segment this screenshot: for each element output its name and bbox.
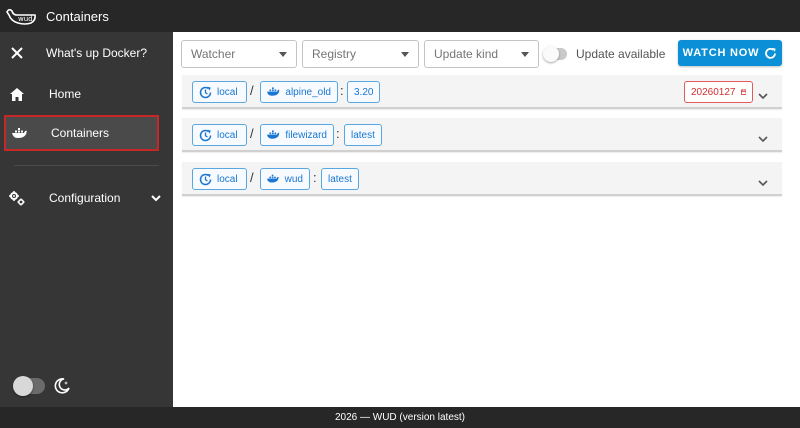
separator-slash: / xyxy=(250,126,254,141)
app-bar: wud Containers xyxy=(0,0,800,32)
container-tag: latest xyxy=(328,173,352,185)
sidebar-item-configuration[interactable]: Configuration xyxy=(0,180,173,216)
separator-colon: : xyxy=(336,126,340,141)
moon-icon xyxy=(54,378,70,394)
update-kind-select[interactable]: Update kind xyxy=(424,40,539,68)
container-name-chip: wud xyxy=(260,168,310,190)
whale-logo-icon: wud xyxy=(4,4,40,28)
tag-chip: latest xyxy=(344,124,382,146)
switch-knob xyxy=(543,46,559,62)
watcher-chip: local xyxy=(192,81,247,103)
watcher-chip: local xyxy=(192,124,247,146)
footer-text: 2026 — WUD (version latest) xyxy=(334,412,466,423)
container-name: alpine_old xyxy=(285,86,331,98)
separator-colon: : xyxy=(313,170,317,185)
container-name: filewizard xyxy=(285,129,327,141)
chevron-down-icon[interactable] xyxy=(151,191,161,205)
sidebar-item-label: Configuration xyxy=(49,191,121,205)
container-name: wud xyxy=(284,173,303,185)
watcher-chip: local xyxy=(192,168,247,190)
sidebar-header: What's up Docker? xyxy=(0,32,173,74)
clock-refresh-icon xyxy=(199,129,212,141)
registry-select-label: Registry xyxy=(312,47,357,61)
svg-text:wud: wud xyxy=(18,15,33,23)
registry-select[interactable]: Registry xyxy=(302,40,419,68)
toggle-knob xyxy=(13,376,33,396)
cogs-icon xyxy=(0,190,34,206)
docker-icon xyxy=(6,127,34,139)
container-name-chip: alpine_old xyxy=(260,81,338,103)
clock-refresh-icon xyxy=(199,86,212,98)
dropdown-arrow-icon xyxy=(279,52,287,57)
container-name-chip: filewizard xyxy=(260,124,334,146)
update-available-switch[interactable] xyxy=(543,46,567,62)
container-tag: latest xyxy=(351,129,375,141)
watcher-select[interactable]: Watcher xyxy=(181,40,297,68)
update-available-tag: 20260127 xyxy=(684,81,753,103)
app-root: wud Containers What's up Docker? Home Co… xyxy=(0,0,800,428)
close-icon[interactable] xyxy=(0,47,34,59)
container-row[interactable]: local / alpine_old : 3.20 20260127 xyxy=(182,75,782,109)
container-row[interactable]: local / filewizard : latest xyxy=(182,118,782,152)
watcher-select-label: Watcher xyxy=(191,47,236,61)
update-available-label: Update available xyxy=(576,47,666,61)
sidebar-item-label: Home xyxy=(49,87,82,101)
sidebar: What's up Docker? Home Containers Config… xyxy=(0,32,173,407)
separator-slash: / xyxy=(250,170,254,185)
app-name: What's up Docker? xyxy=(46,46,147,60)
separator-slash: / xyxy=(250,83,254,98)
sidebar-item-label: Containers xyxy=(51,126,110,140)
tag-chip: 3.20 xyxy=(347,81,381,103)
tag-chip: latest xyxy=(321,168,359,190)
page-title: Containers xyxy=(46,8,109,24)
docker-icon xyxy=(267,130,280,139)
watcher-name: local xyxy=(217,173,238,185)
dark-mode-toggle[interactable] xyxy=(13,376,45,396)
chevron-down-icon[interactable] xyxy=(758,87,768,105)
docker-icon xyxy=(267,174,279,183)
update-tag-value: 20260127 xyxy=(691,86,736,98)
home-icon xyxy=(0,87,34,101)
sidebar-item-containers[interactable]: Containers xyxy=(4,115,159,151)
refresh-icon xyxy=(765,47,777,59)
watch-now-button[interactable]: WATCH NOW xyxy=(678,40,782,66)
container-tag: 3.20 xyxy=(354,86,374,98)
dropdown-arrow-icon xyxy=(521,52,529,57)
container-row[interactable]: local / wud : latest xyxy=(182,162,782,196)
update-kind-select-label: Update kind xyxy=(434,47,499,61)
filter-toolbar: Watcher Registry Update kind Update avai… xyxy=(181,40,782,68)
chevron-down-icon[interactable] xyxy=(758,130,768,148)
docker-icon xyxy=(267,87,280,96)
watch-now-label: WATCH NOW xyxy=(682,47,760,59)
watcher-name: local xyxy=(217,129,238,141)
dropdown-arrow-icon xyxy=(401,52,409,57)
footer: 2026 — WUD (version latest) xyxy=(0,407,800,428)
chevron-down-icon[interactable] xyxy=(758,174,768,192)
sidebar-divider xyxy=(14,165,159,166)
watcher-name: local xyxy=(217,86,238,98)
calendar-icon xyxy=(740,89,746,95)
clock-refresh-icon xyxy=(199,173,212,185)
sidebar-item-home[interactable]: Home xyxy=(0,76,173,112)
separator-colon: : xyxy=(340,83,344,98)
